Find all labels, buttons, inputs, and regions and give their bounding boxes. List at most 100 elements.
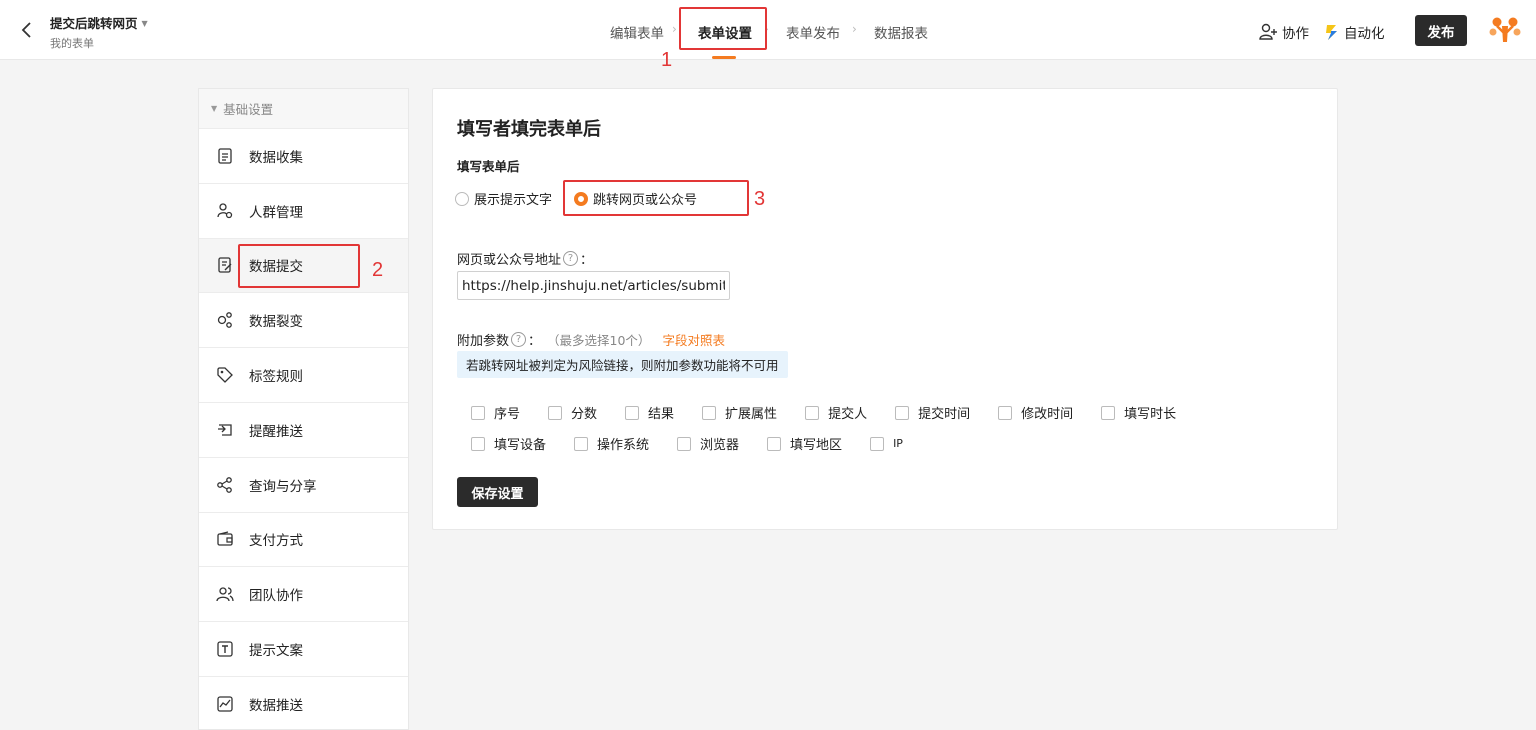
checkbox-modify-time[interactable]: 修改时间 (998, 403, 1073, 422)
checkbox-label: 扩展属性 (725, 407, 778, 422)
automation-button[interactable]: 自动化 (1324, 22, 1385, 42)
checkbox-serial[interactable]: 序号 (471, 403, 520, 422)
team-icon (216, 587, 234, 602)
params-label: 附加参数 ? ： （最多选择10个） 字段对照表 (457, 330, 725, 349)
help-icon[interactable]: ? (511, 332, 527, 347)
annotation-number-2: 2 (372, 259, 384, 281)
top-bar: 提交后跳转网页 ▼ 我的表单 编辑表单 › 表单设置 › 表单发布 › 数据报表 … (0, 0, 1536, 60)
chevron-right-icon: › (852, 22, 857, 36)
sidebar-item-label: 查询与分享 (249, 478, 317, 495)
checkbox-box (895, 405, 910, 420)
checkbox-box (870, 436, 885, 451)
checkbox-score[interactable]: 分数 (548, 403, 597, 422)
step-data-report[interactable]: 数据报表 (874, 22, 928, 42)
checkbox-submitter[interactable]: 提交人 (805, 403, 867, 422)
radio-circle (455, 191, 469, 206)
share-icon (217, 476, 232, 493)
sidebar-item-reminder[interactable]: 提醒推送 (199, 403, 408, 458)
url-label-colon: ： (580, 253, 594, 268)
checkbox-box (471, 436, 485, 451)
checkbox-label: 修改时间 (1021, 407, 1074, 422)
page-title: 填写者填完表单后 (457, 119, 601, 140)
collab-button[interactable]: 协作 (1258, 22, 1309, 42)
checkbox-label: 填写设备 (494, 438, 547, 453)
publish-button[interactable]: 发布 (1415, 15, 1467, 46)
document-icon (218, 148, 232, 164)
sidebar-item-payment[interactable]: 支付方式 (199, 513, 408, 568)
checkbox-extended-attrs[interactable]: 扩展属性 (702, 403, 777, 422)
user-settings-icon (217, 203, 233, 218)
checkbox-box (548, 405, 563, 420)
checkbox-fill-duration[interactable]: 填写时长 (1101, 403, 1176, 422)
annotation-number-1: 1 (661, 49, 673, 71)
step-edit-form[interactable]: 编辑表单 (610, 22, 664, 42)
sidebar-item-query-share[interactable]: 查询与分享 (199, 458, 408, 513)
risk-notice: 若跳转网址被判定为风险链接，则附加参数功能将不可用 (457, 351, 788, 378)
step-form-publish[interactable]: 表单发布 (786, 22, 840, 42)
text-icon (217, 641, 233, 657)
sidebar-item-audience[interactable]: 人群管理 (199, 184, 408, 239)
checkbox-box (471, 405, 485, 420)
checkbox-result[interactable]: 结果 (625, 403, 674, 422)
checkbox-label: 填写地区 (790, 438, 843, 453)
annotation-number-3: 3 (754, 188, 766, 210)
annotation-box-2 (238, 244, 360, 288)
radio-show-text[interactable]: 展示提示文字 (455, 189, 552, 208)
sidebar-item-data-fission[interactable]: 数据裂变 (199, 293, 408, 349)
active-step-indicator (712, 56, 736, 59)
checkbox-os[interactable]: 操作系统 (574, 434, 649, 453)
checkbox-label: 浏览器 (700, 438, 740, 453)
sidebar-item-label: 提示文案 (249, 643, 303, 660)
field-mapping-link[interactable]: 字段对照表 (662, 330, 725, 349)
checkbox-box (767, 436, 782, 451)
fission-icon (217, 312, 232, 329)
save-settings-button[interactable]: 保存设置 (457, 477, 538, 507)
checkbox-label: 提交时间 (918, 407, 971, 422)
sidebar-item-label: 数据推送 (249, 697, 303, 714)
send-icon (218, 424, 232, 436)
params-label-colon: ： (528, 334, 542, 349)
checkbox-device[interactable]: 填写设备 (471, 434, 546, 453)
document-edit-icon (218, 257, 232, 274)
sidebar-group-header[interactable]: ▼ 基础设置 (199, 89, 408, 129)
redirect-url-input[interactable] (457, 271, 730, 300)
checkbox-browser[interactable]: 浏览器 (677, 434, 739, 453)
sidebar-item-label: 提醒推送 (249, 423, 303, 440)
checkbox-label: IP (893, 437, 903, 450)
checkbox-label: 提交人 (828, 407, 868, 422)
checkbox-ip[interactable]: IP (870, 436, 903, 451)
radio-label: 展示提示文字 (474, 193, 553, 208)
checkbox-box (805, 405, 820, 420)
checkbox-box (998, 405, 1013, 420)
annotation-box-3 (563, 180, 749, 216)
checkbox-box (702, 405, 717, 420)
checkbox-region[interactable]: 填写地区 (767, 434, 842, 453)
url-label-text: 网页或公众号地址 (457, 253, 562, 268)
checkbox-box (574, 436, 589, 451)
params-checkbox-row: 填写设备 操作系统 浏览器 填写地区 IP (471, 434, 903, 453)
help-icon[interactable]: ? (563, 251, 579, 266)
sidebar-item-data-collection[interactable]: 数据收集 (199, 129, 408, 184)
checkbox-box (677, 436, 692, 451)
sidebar-item-prompt-text[interactable]: 提示文案 (199, 622, 408, 677)
caret-down-icon: ▼ (211, 104, 218, 113)
automation-label: 自动化 (1344, 26, 1385, 42)
checkbox-submit-time[interactable]: 提交时间 (895, 403, 970, 422)
checkbox-box (625, 405, 640, 420)
chart-icon (217, 696, 233, 712)
tag-icon (217, 367, 233, 383)
sidebar-item-team[interactable]: 团队协作 (199, 567, 408, 623)
params-hint: （最多选择10个） (547, 333, 651, 348)
sidebar-item-data-push[interactable]: 数据推送 (199, 677, 408, 730)
checkbox-label: 操作系统 (597, 438, 650, 453)
add-user-icon (1259, 23, 1277, 40)
checkbox-label: 结果 (648, 407, 675, 422)
settings-sidebar: ▼ 基础设置 数据收集 人群管理 数据提交 数据裂变 标签规则 提醒推送 查询与… (198, 88, 409, 730)
jinshuju-logo-icon[interactable] (1488, 14, 1522, 46)
sidebar-item-label: 数据裂变 (249, 314, 303, 331)
checkbox-label: 分数 (571, 407, 598, 422)
sidebar-item-label: 标签规则 (249, 369, 303, 386)
submit-settings-panel: 填写者填完表单后 填写表单后 展示提示文字 跳转网页或公众号 网页或公众号地址 … (432, 88, 1338, 530)
sidebar-item-tag-rules[interactable]: 标签规则 (199, 348, 408, 403)
params-checkbox-row: 序号 分数 结果 扩展属性 提交人 提交时间 修改时间 填写时长 (471, 403, 1176, 422)
